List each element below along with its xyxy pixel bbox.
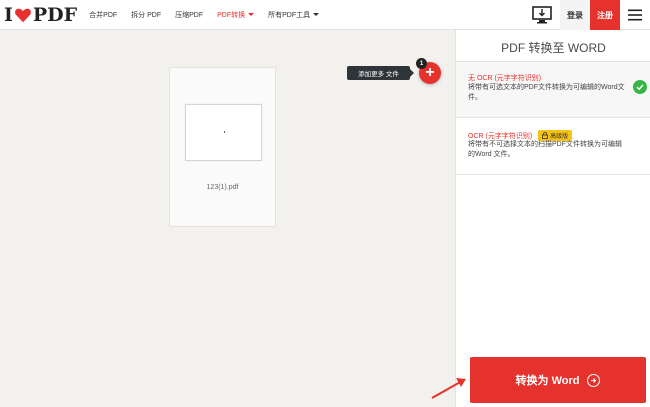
chevron-down-icon (313, 13, 320, 16)
option-ocr-desc: 将带有不可选择文本的扫描PDF文件转换为可编辑的Word 文件。 (468, 141, 622, 158)
logo-text-pdf: PDF (32, 3, 78, 26)
logo-letter-i: I (4, 3, 13, 26)
chevron-down-icon (248, 13, 255, 16)
add-more-files-tooltip: 添加更多 文件 (347, 66, 414, 80)
register-button[interactable]: 注册 (590, 0, 620, 30)
nav-convert-label: PDF转换 (217, 11, 246, 19)
desktop-download-icon (532, 6, 552, 24)
check-icon (633, 80, 647, 94)
convert-to-word-button[interactable]: 转换为 Word (470, 357, 646, 403)
heart-icon (14, 8, 31, 22)
premium-badge-label: 高级版 (550, 134, 569, 140)
option-ocr[interactable]: OCR (元字字符识别) 高级版 将带有不可选择文本的扫描PDF文件转换为可编辑… (456, 119, 650, 175)
nav-split-pdf[interactable]: 拆分 PDF (131, 10, 161, 20)
file-name: 123(1).pdf (206, 184, 239, 191)
file-thumbnail (185, 104, 262, 161)
nav-all-tools-label: 所有PDF工具 (268, 11, 311, 19)
nav-all-tools[interactable]: 所有PDF工具 (268, 10, 320, 20)
sidebar-title: PDF 转换至 WORD (501, 41, 606, 55)
nav-compress-label: 压缩PDF (175, 11, 204, 19)
hamburger-icon (628, 9, 642, 21)
plus-icon: + (425, 64, 435, 81)
lock-icon (542, 132, 549, 139)
file-card[interactable]: 123(1).pdf (169, 67, 276, 227)
option-no-ocr[interactable]: 无 OCR (元字字符识别) 将带有可选文本的PDF文件转换为可编辑的Word文… (456, 62, 650, 118)
menu-button[interactable] (620, 0, 650, 30)
option-no-ocr-desc: 将带有可选文本的PDF文件转换为可编辑的Word文件。 (468, 84, 625, 101)
desktop-app-button[interactable] (531, 4, 553, 26)
option-ocr-title: OCR (元字字符识别) (468, 132, 533, 140)
file-workspace: 123(1).pdf 添加更多 文件 + 1 (0, 30, 455, 407)
file-count-badge: 1 (416, 58, 427, 69)
convert-button-label: 转换为 Word (515, 375, 580, 387)
ilovepdf-logo[interactable]: I PDF (4, 0, 77, 30)
top-header: I PDF 合并PDF 拆分 PDF 压缩PDF PDF转换 所有PDF工具 登… (0, 0, 650, 30)
thumbnail-content (224, 131, 225, 133)
nav-convert-pdf[interactable]: PDF转换 (217, 10, 255, 20)
option-no-ocr-title: 无 OCR (元字字符识别) (468, 75, 542, 82)
nav-compress-pdf[interactable]: 压缩PDF (175, 10, 203, 20)
arrow-right-circle-icon (587, 373, 601, 387)
nav-merge-label: 合并PDF (89, 11, 118, 19)
annotation-arrow-icon (431, 378, 466, 399)
main-nav: 合并PDF 拆分 PDF 压缩PDF PDF转换 所有PDF工具 (89, 0, 333, 30)
header-actions: 登录 注册 (531, 0, 650, 30)
login-link[interactable]: 登录 (560, 0, 590, 30)
options-sidebar: PDF 转换至 WORD 无 OCR (元字字符识别) 将带有可选文本的PDF文… (455, 30, 650, 407)
nav-split-label: 拆分 PDF (131, 11, 162, 19)
nav-merge-pdf[interactable]: 合并PDF (89, 10, 117, 20)
